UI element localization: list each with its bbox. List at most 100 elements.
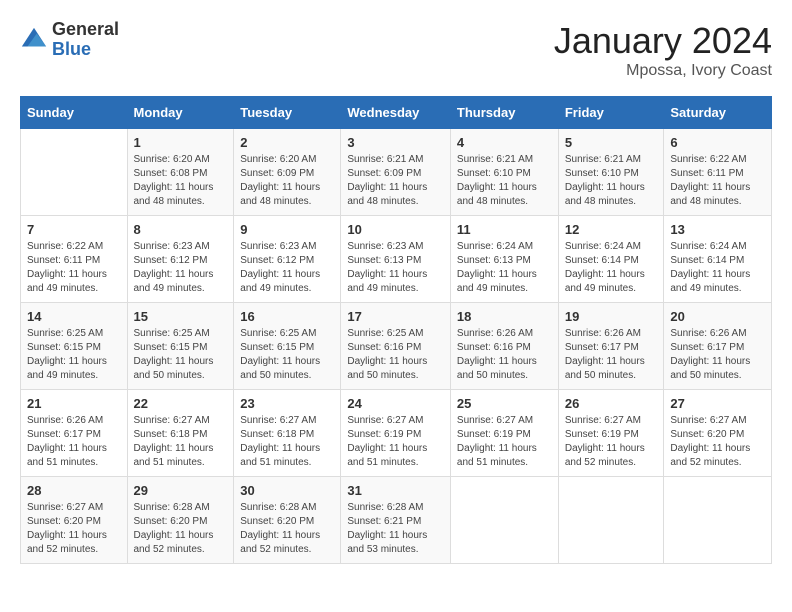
- day-info: Sunrise: 6:26 AM Sunset: 6:17 PM Dayligh…: [27, 414, 121, 470]
- day-info: Sunrise: 6:25 AM Sunset: 6:15 PM Dayligh…: [134, 327, 228, 383]
- calendar-cell: [664, 477, 772, 564]
- day-info: Sunrise: 6:26 AM Sunset: 6:17 PM Dayligh…: [670, 327, 765, 383]
- day-info: Sunrise: 6:27 AM Sunset: 6:20 PM Dayligh…: [27, 501, 121, 557]
- day-number: 22: [134, 396, 228, 411]
- day-info: Sunrise: 6:27 AM Sunset: 6:18 PM Dayligh…: [240, 414, 334, 470]
- day-info: Sunrise: 6:28 AM Sunset: 6:21 PM Dayligh…: [347, 501, 444, 557]
- calendar-cell: 19 Sunrise: 6:26 AM Sunset: 6:17 PM Dayli…: [558, 303, 664, 390]
- calendar-cell: 24 Sunrise: 6:27 AM Sunset: 6:19 PM Dayli…: [341, 390, 451, 477]
- calendar-cell: 23Sunrise: 6:27 AM Sunset: 6:18 PM Dayli…: [234, 390, 341, 477]
- day-number: 17: [347, 309, 444, 324]
- calendar-cell: 27 Sunrise: 6:27 AM Sunset: 6:20 PM Dayli…: [664, 390, 772, 477]
- day-number: 4: [457, 135, 552, 150]
- day-info: Sunrise: 6:27 AM Sunset: 6:19 PM Dayligh…: [347, 414, 444, 470]
- day-number: 26: [565, 396, 658, 411]
- day-number: 25: [457, 396, 552, 411]
- calendar-week-row: 28 Sunrise: 6:27 AM Sunset: 6:20 PM Dayli…: [21, 477, 772, 564]
- day-number: 21: [27, 396, 121, 411]
- calendar-cell: 8 Sunrise: 6:23 AM Sunset: 6:12 PM Daylig…: [127, 216, 234, 303]
- calendar-week-row: 21 Sunrise: 6:26 AM Sunset: 6:17 PM Dayli…: [21, 390, 772, 477]
- day-number: 19: [565, 309, 658, 324]
- calendar-cell: [450, 477, 558, 564]
- calendar-cell: 6 Sunrise: 6:22 AM Sunset: 6:11 PM Daylig…: [664, 129, 772, 216]
- calendar-cell: 21 Sunrise: 6:26 AM Sunset: 6:17 PM Dayli…: [21, 390, 128, 477]
- calendar-week-row: 7 Sunrise: 6:22 AM Sunset: 6:11 PM Daylig…: [21, 216, 772, 303]
- calendar-cell: 10Sunrise: 6:23 AM Sunset: 6:13 PM Dayli…: [341, 216, 451, 303]
- day-number: 8: [134, 222, 228, 237]
- day-number: 6: [670, 135, 765, 150]
- calendar-cell: 20Sunrise: 6:26 AM Sunset: 6:17 PM Dayli…: [664, 303, 772, 390]
- calendar-cell: 29 Sunrise: 6:28 AM Sunset: 6:20 PM Dayli…: [127, 477, 234, 564]
- col-header-saturday: Saturday: [664, 97, 772, 129]
- calendar-cell: [21, 129, 128, 216]
- day-number: 1: [134, 135, 228, 150]
- day-number: 15: [134, 309, 228, 324]
- day-info: Sunrise: 6:21 AM Sunset: 6:10 PM Dayligh…: [565, 153, 658, 209]
- calendar-cell: 16Sunrise: 6:25 AM Sunset: 6:15 PM Dayli…: [234, 303, 341, 390]
- day-info: Sunrise: 6:24 AM Sunset: 6:14 PM Dayligh…: [565, 240, 658, 296]
- day-info: Sunrise: 6:27 AM Sunset: 6:18 PM Dayligh…: [134, 414, 228, 470]
- calendar-cell: 4Sunrise: 6:21 AM Sunset: 6:10 PM Daylig…: [450, 129, 558, 216]
- calendar-cell: 22 Sunrise: 6:27 AM Sunset: 6:18 PM Dayli…: [127, 390, 234, 477]
- location-title: Mpossa, Ivory Coast: [554, 62, 772, 80]
- calendar-header-row: SundayMondayTuesdayWednesdayThursdayFrid…: [21, 97, 772, 129]
- day-number: 31: [347, 483, 444, 498]
- page-header: General Blue January 2024 Mpossa, Ivory …: [20, 20, 772, 80]
- col-header-thursday: Thursday: [450, 97, 558, 129]
- col-header-sunday: Sunday: [21, 97, 128, 129]
- logo-general-text: General: [52, 20, 119, 40]
- calendar-cell: 12Sunrise: 6:24 AM Sunset: 6:14 PM Dayli…: [558, 216, 664, 303]
- day-number: 27: [670, 396, 765, 411]
- day-info: Sunrise: 6:22 AM Sunset: 6:11 PM Dayligh…: [670, 153, 765, 209]
- calendar-cell: 7 Sunrise: 6:22 AM Sunset: 6:11 PM Daylig…: [21, 216, 128, 303]
- logo-icon: [20, 26, 48, 54]
- day-number: 9: [240, 222, 334, 237]
- day-info: Sunrise: 6:23 AM Sunset: 6:12 PM Dayligh…: [240, 240, 334, 296]
- day-info: Sunrise: 6:28 AM Sunset: 6:20 PM Dayligh…: [134, 501, 228, 557]
- day-info: Sunrise: 6:22 AM Sunset: 6:11 PM Dayligh…: [27, 240, 121, 296]
- calendar-cell: 3 Sunrise: 6:21 AM Sunset: 6:09 PM Daylig…: [341, 129, 451, 216]
- day-info: Sunrise: 6:27 AM Sunset: 6:20 PM Dayligh…: [670, 414, 765, 470]
- calendar-cell: 14Sunrise: 6:25 AM Sunset: 6:15 PM Dayli…: [21, 303, 128, 390]
- day-number: 29: [134, 483, 228, 498]
- calendar-cell: 28 Sunrise: 6:27 AM Sunset: 6:20 PM Dayli…: [21, 477, 128, 564]
- calendar-cell: 26 Sunrise: 6:27 AM Sunset: 6:19 PM Dayli…: [558, 390, 664, 477]
- col-header-friday: Friday: [558, 97, 664, 129]
- col-header-monday: Monday: [127, 97, 234, 129]
- day-info: Sunrise: 6:27 AM Sunset: 6:19 PM Dayligh…: [457, 414, 552, 470]
- day-number: 18: [457, 309, 552, 324]
- calendar-cell: 15 Sunrise: 6:25 AM Sunset: 6:15 PM Dayli…: [127, 303, 234, 390]
- day-number: 14: [27, 309, 121, 324]
- day-info: Sunrise: 6:28 AM Sunset: 6:20 PM Dayligh…: [240, 501, 334, 557]
- day-number: 30: [240, 483, 334, 498]
- calendar-cell: 30 Sunrise: 6:28 AM Sunset: 6:20 PM Dayli…: [234, 477, 341, 564]
- calendar-cell: 2Sunrise: 6:20 AM Sunset: 6:09 PM Daylig…: [234, 129, 341, 216]
- calendar-cell: 1 Sunrise: 6:20 AM Sunset: 6:08 PM Daylig…: [127, 129, 234, 216]
- calendar-cell: 5Sunrise: 6:21 AM Sunset: 6:10 PM Daylig…: [558, 129, 664, 216]
- day-info: Sunrise: 6:20 AM Sunset: 6:09 PM Dayligh…: [240, 153, 334, 209]
- day-info: Sunrise: 6:23 AM Sunset: 6:13 PM Dayligh…: [347, 240, 444, 296]
- day-number: 24: [347, 396, 444, 411]
- day-info: Sunrise: 6:23 AM Sunset: 6:12 PM Dayligh…: [134, 240, 228, 296]
- calendar-cell: 31 Sunrise: 6:28 AM Sunset: 6:21 PM Dayli…: [341, 477, 451, 564]
- day-number: 7: [27, 222, 121, 237]
- calendar-cell: 13 Sunrise: 6:24 AM Sunset: 6:14 PM Dayli…: [664, 216, 772, 303]
- day-info: Sunrise: 6:27 AM Sunset: 6:19 PM Dayligh…: [565, 414, 658, 470]
- calendar-cell: 11Sunrise: 6:24 AM Sunset: 6:13 PM Dayli…: [450, 216, 558, 303]
- day-number: 3: [347, 135, 444, 150]
- calendar-cell: 25 Sunrise: 6:27 AM Sunset: 6:19 PM Dayli…: [450, 390, 558, 477]
- day-info: Sunrise: 6:26 AM Sunset: 6:16 PM Dayligh…: [457, 327, 552, 383]
- calendar-week-row: 1 Sunrise: 6:20 AM Sunset: 6:08 PM Daylig…: [21, 129, 772, 216]
- day-number: 16: [240, 309, 334, 324]
- calendar-cell: 9 Sunrise: 6:23 AM Sunset: 6:12 PM Daylig…: [234, 216, 341, 303]
- day-info: Sunrise: 6:24 AM Sunset: 6:14 PM Dayligh…: [670, 240, 765, 296]
- day-info: Sunrise: 6:20 AM Sunset: 6:08 PM Dayligh…: [134, 153, 228, 209]
- day-number: 28: [27, 483, 121, 498]
- day-info: Sunrise: 6:26 AM Sunset: 6:17 PM Dayligh…: [565, 327, 658, 383]
- calendar-table: SundayMondayTuesdayWednesdayThursdayFrid…: [20, 96, 772, 564]
- title-block: January 2024 Mpossa, Ivory Coast: [554, 20, 772, 80]
- month-title: January 2024: [554, 20, 772, 62]
- day-info: Sunrise: 6:21 AM Sunset: 6:09 PM Dayligh…: [347, 153, 444, 209]
- day-number: 13: [670, 222, 765, 237]
- calendar-week-row: 14 Sunrise: 6:25 AM Sunset: 6:15 PM Dayli…: [21, 303, 772, 390]
